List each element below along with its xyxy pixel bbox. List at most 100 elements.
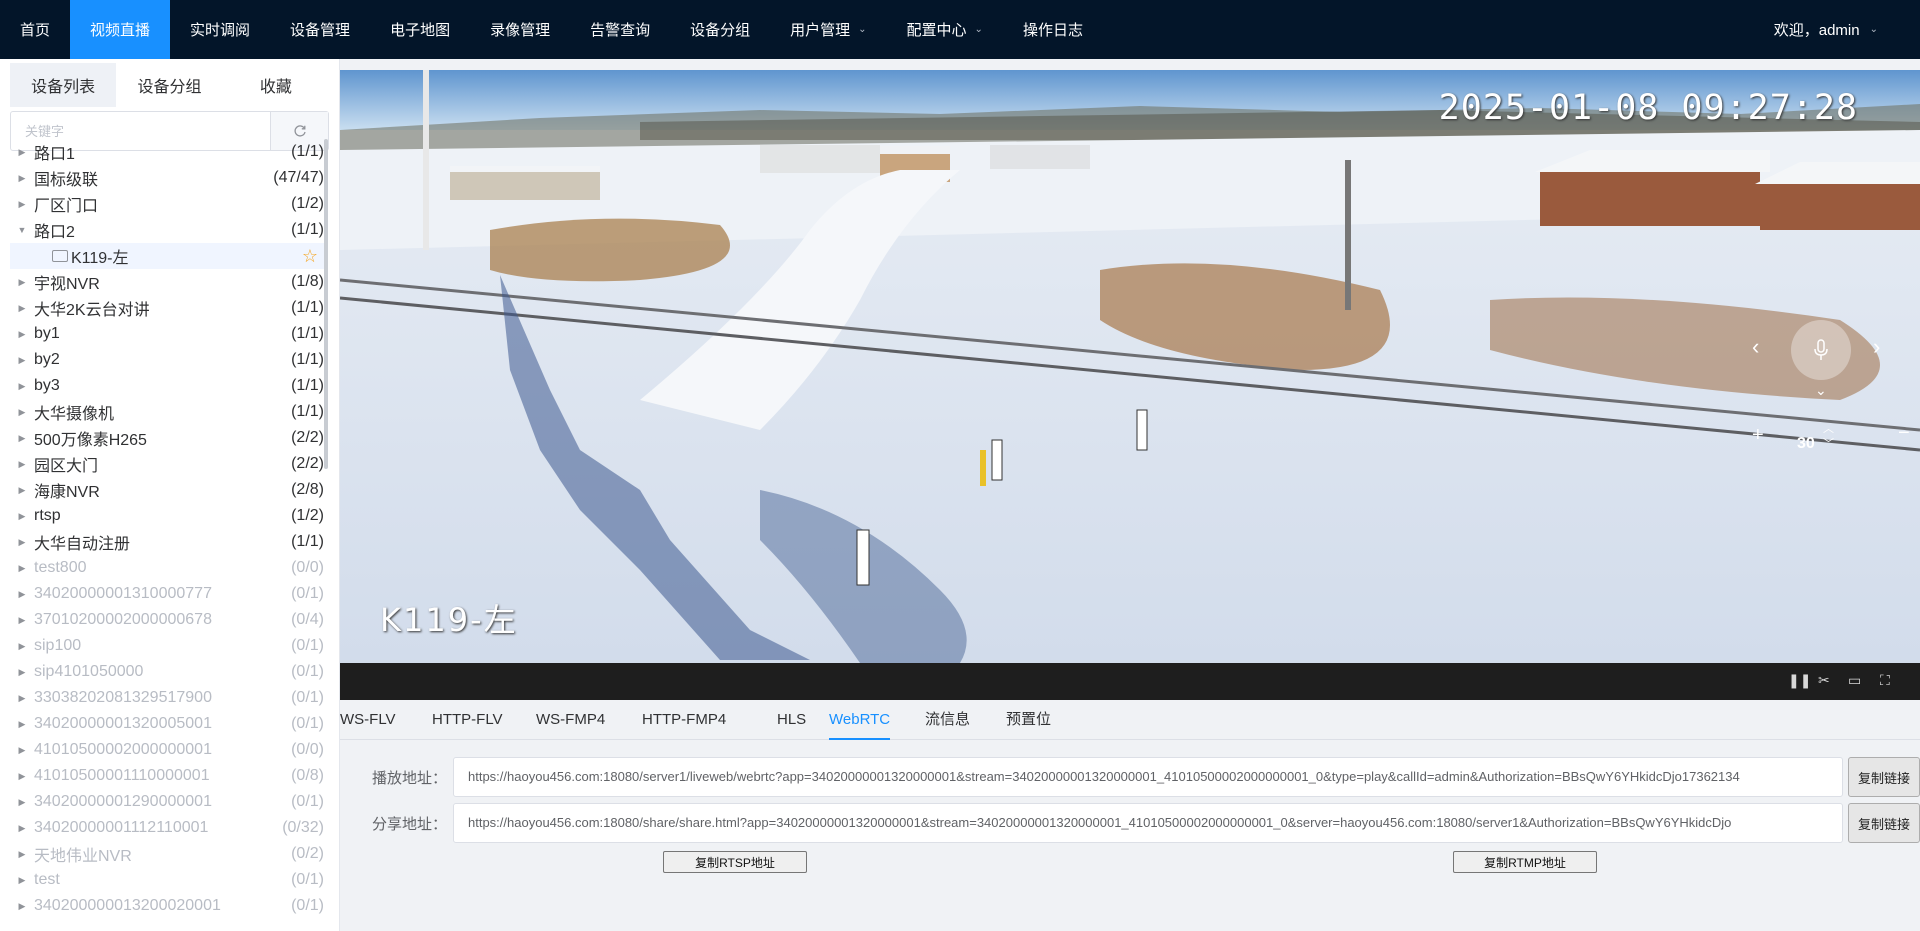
screenshot-icon[interactable]: ✂ [1818,672,1830,689]
caret-right-icon[interactable]: ▶ [10,849,34,860]
tree-device-item[interactable]: ▶ 天地伟业NVR (0/2) [10,841,324,867]
tree-device-item[interactable]: ▶ test800 (0/0) [10,555,324,581]
tree-device-item[interactable]: ▶ 路口1 (1/1) [10,139,324,165]
tree-device-item[interactable]: ▶ by3 (1/1) [10,373,324,399]
protocol-tab[interactable]: WebRTC [829,700,891,740]
zoom-in-button[interactable]: + [1752,424,1764,447]
caret-right-icon[interactable]: ▶ [10,511,34,522]
tree-device-item[interactable]: ▶ by1 (1/1) [10,321,324,347]
speed-up-button[interactable]: ︿ [1823,420,1834,436]
tree-device-item[interactable]: ▶ 厂区门口 (1/2) [10,191,324,217]
protocol-tab[interactable]: HTTP-FMP4 [642,700,726,740]
tree-device-item[interactable]: ▶ 大华自动注册 (1/1) [10,529,324,555]
caret-right-icon[interactable]: ▶ [10,641,34,652]
nav-item-0[interactable]: 首页 [0,0,70,59]
tab-favorites[interactable]: 收藏 [222,63,329,107]
caret-right-icon[interactable]: ▶ [10,303,34,314]
nav-item-9[interactable]: 配置中心 ⌄ [887,0,1003,59]
user-menu[interactable]: 欢迎，admin ⌄ [1774,0,1878,59]
ptz-left-button[interactable]: ‹ [1752,334,1759,360]
share-address-input[interactable]: https://haoyou456.com:18080/share/share.… [453,803,1843,843]
tree-device-item[interactable]: ▶ sip4101050000 (0/1) [10,659,324,685]
tree-device-item[interactable]: ▶ 大华摄像机 (1/1) [10,399,324,425]
caret-right-icon[interactable]: ▶ [10,797,34,808]
speed-down-button[interactable]: ﹀ [1823,435,1834,451]
nav-item-7[interactable]: 设备分组 [670,0,770,59]
nav-item-2[interactable]: 实时调阅 [170,0,270,59]
record-icon[interactable]: ▭ [1848,672,1861,689]
tree-device-item[interactable]: ▶ 国标级联 (47/47) [10,165,324,191]
nav-item-8[interactable]: 用户管理 ⌄ [770,0,886,59]
nav-item-5[interactable]: 录像管理 [470,0,570,59]
protocol-tab[interactable]: 预置位 [1006,700,1051,740]
nav-item-3[interactable]: 设备管理 [270,0,370,59]
protocol-tab[interactable]: WS-FLV [340,700,396,740]
tree-device-item[interactable]: ▶ 34020000001310000777 (0/1) [10,581,324,607]
protocol-tab[interactable]: HTTP-FLV [432,700,503,740]
caret-right-icon[interactable]: ▶ [10,147,34,158]
protocol-tab[interactable]: WS-FMP4 [536,700,605,740]
tree-device-item[interactable]: ▶ 34020000001290000001 (0/1) [10,789,324,815]
tree-device-item[interactable]: ▶ 34020000001112110001 (0/32) [10,815,324,841]
tree-device-item[interactable]: ▶ sip100 (0/1) [10,633,324,659]
caret-right-icon[interactable]: ▶ [10,771,34,782]
caret-right-icon[interactable]: ▶ [10,277,34,288]
nav-item-4[interactable]: 电子地图 [370,0,470,59]
tab-device-list[interactable]: 设备列表 [10,63,117,107]
caret-right-icon[interactable]: ▶ [10,381,34,392]
caret-right-icon[interactable]: ▶ [10,407,34,418]
tree-device-item[interactable]: ▶ 33038202081329517900 (0/1) [10,685,324,711]
tree-device-item[interactable]: ▶ test (0/1) [10,867,324,893]
tree-device-item[interactable]: ▶ 海康NVR (2/8) [10,477,324,503]
video-player[interactable]: 2025-01-08 09:27:28 K119-左 ‹ › ⌄ + 30 ︿ … [340,70,1920,663]
caret-right-icon[interactable]: ▶ [10,329,34,340]
tree-device-item[interactable]: ▶ 500万像素H265 (2/2) [10,425,324,451]
caret-right-icon[interactable]: ▶ [10,823,34,834]
zoom-out-button[interactable]: − [1898,422,1910,445]
favorite-star-icon[interactable]: ☆ [302,246,318,267]
talk-button[interactable] [1791,320,1851,380]
tab-device-group[interactable]: 设备分组 [116,63,223,107]
caret-right-icon[interactable]: ▶ [10,589,34,600]
tree-device-item[interactable]: ▶ 340200000013200020001 (0/1) [10,893,324,919]
protocol-tab[interactable]: HLS [777,700,806,740]
nav-item-10[interactable]: 操作日志 [1003,0,1103,59]
copy-rtmp-button[interactable]: 复制RTMP地址 [1453,851,1597,873]
tree-device-item[interactable]: ▶ rtsp (1/2) [10,503,324,529]
tree-channel-item[interactable]: K119-左 ☆ [10,243,324,269]
copy-rtsp-button[interactable]: 复制RTSP地址 [663,851,807,873]
caret-right-icon[interactable]: ▶ [10,433,34,444]
tree-device-item[interactable]: ▶ 34020000001320005001 (0/1) [10,711,324,737]
fullscreen-icon[interactable]: ⛶ [1880,672,1890,689]
tree-device-item[interactable]: ▶ 宇视NVR (1/8) [10,269,324,295]
caret-right-icon[interactable]: ▶ [10,199,34,210]
copy-share-link-button[interactable]: 复制链接 [1848,803,1920,843]
tree-device-item[interactable]: ▶ 41010500001110000001 (0/8) [10,763,324,789]
caret-right-icon[interactable]: ▶ [10,563,34,574]
caret-right-icon[interactable]: ▶ [10,615,34,626]
tree-device-item[interactable]: ▶ 大华2K云台对讲 (1/1) [10,295,324,321]
caret-right-icon[interactable]: ▶ [10,745,34,756]
tree-scrollbar[interactable] [324,139,328,469]
caret-right-icon[interactable]: ▶ [10,537,34,548]
ptz-down-button[interactable]: ⌄ [1815,382,1827,399]
pause-icon[interactable]: ❚❚ [1788,672,1811,689]
ptz-right-button[interactable]: › [1873,334,1880,360]
caret-right-icon[interactable]: ▶ [10,485,34,496]
nav-item-6[interactable]: 告警查询 [570,0,670,59]
caret-down-icon[interactable]: ▼ [10,225,34,235]
copy-play-link-button[interactable]: 复制链接 [1848,757,1920,797]
tree-device-item[interactable]: ▶ 41010500002000000001 (0/0) [10,737,324,763]
caret-right-icon[interactable]: ▶ [10,719,34,730]
tree-device-item[interactable]: ▶ 园区大门 (2/2) [10,451,324,477]
caret-right-icon[interactable]: ▶ [10,459,34,470]
nav-item-1[interactable]: 视频直播 [70,0,171,59]
caret-right-icon[interactable]: ▶ [10,355,34,366]
play-address-input[interactable]: https://haoyou456.com:18080/server1/live… [453,757,1843,797]
tree-device-item[interactable]: ▶ 37010200002000000678 (0/4) [10,607,324,633]
caret-right-icon[interactable]: ▶ [10,667,34,678]
protocol-tab[interactable]: 流信息 [925,700,970,740]
caret-right-icon[interactable]: ▶ [10,875,34,886]
caret-right-icon[interactable]: ▶ [10,173,34,184]
tree-device-item[interactable]: ▼ 路口2 (1/1) [10,217,324,243]
